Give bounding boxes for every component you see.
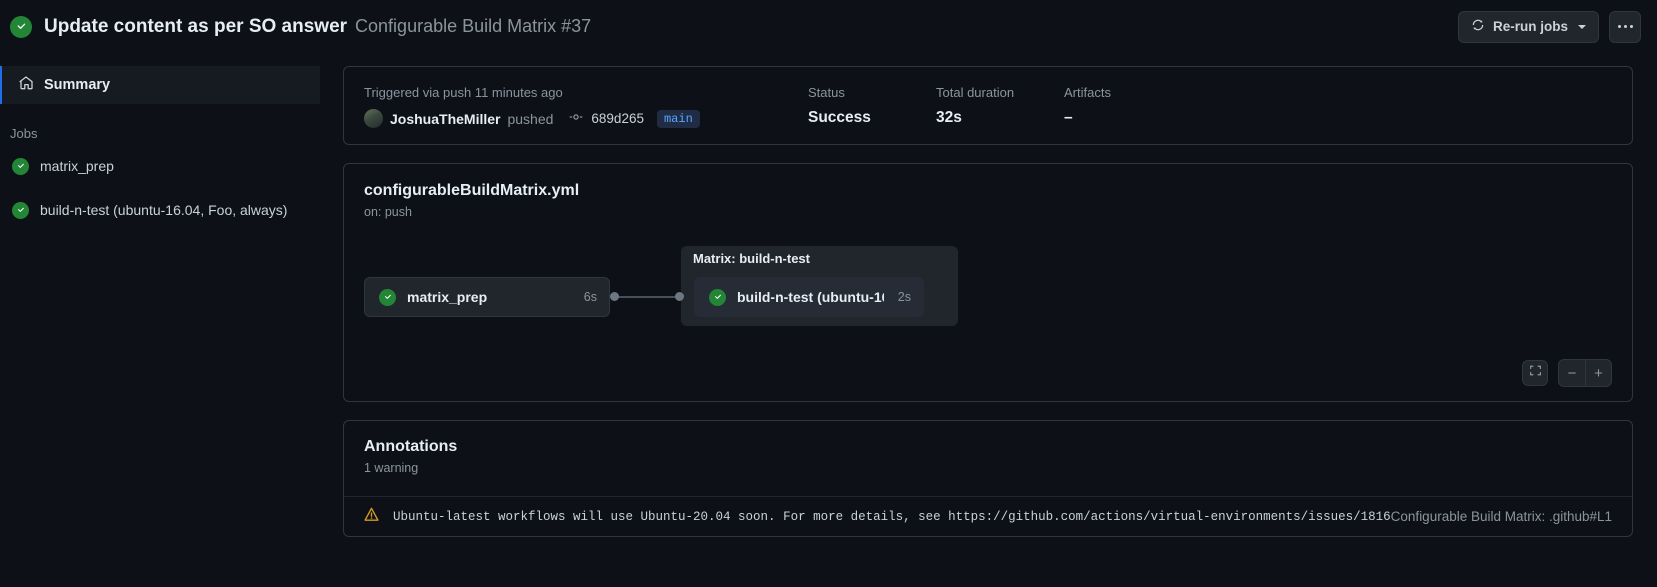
check-circle-icon: [379, 288, 396, 306]
git-commit-icon: [568, 110, 584, 127]
annotations-title: Annotations: [364, 438, 458, 455]
graph-node-label: matrix_prep: [407, 289, 488, 305]
kebab-dot: [1623, 25, 1627, 28]
workflow-file-name: configurableBuildMatrix.yml: [364, 182, 580, 199]
annotations-card: Annotations 1 warning Ubuntu-latest work…: [343, 420, 1633, 537]
sidebar-jobs-heading: Jobs: [10, 126, 38, 141]
check-circle-icon: [709, 288, 726, 306]
trigger-detail-row: JoshuaTheMiller pushed 689d265 main: [364, 109, 808, 128]
annotations-count: 1 warning: [364, 461, 419, 475]
fullscreen-button[interactable]: [1522, 360, 1548, 386]
sidebar: Summary Jobs matrix_prep build-n-test (u…: [0, 53, 320, 587]
rerun-jobs-button[interactable]: Re-run jobs: [1457, 10, 1599, 43]
annotation-message: Ubuntu-latest workflows will use Ubuntu-…: [393, 509, 1391, 524]
workflow-trigger: on: push: [364, 205, 412, 219]
check-circle-icon: [12, 157, 29, 175]
artifacts-value: –: [1064, 109, 1073, 126]
trigger-label: Triggered via push 11 minutes ago: [364, 85, 563, 100]
sidebar-item-summary-label: Summary: [44, 77, 111, 93]
duration-label: Total duration: [936, 85, 1015, 100]
page-header: Update content as per SO answer Configur…: [0, 0, 1657, 53]
matrix-group-label: Matrix: build-n-test: [681, 246, 824, 272]
graph-node-matrix-prep[interactable]: matrix_prep 6s: [364, 277, 610, 317]
check-circle-icon: [12, 201, 29, 219]
graph-controls: − +: [1522, 359, 1612, 387]
annotations-header: Annotations 1 warning: [344, 438, 1632, 475]
sidebar-item-matrix-prep[interactable]: matrix_prep: [0, 147, 320, 185]
check-circle-icon: [10, 15, 32, 38]
sync-icon: [1471, 18, 1485, 35]
page-body: Summary Jobs matrix_prep build-n-test (u…: [0, 53, 1657, 587]
annotation-item[interactable]: Ubuntu-latest workflows will use Ubuntu-…: [344, 496, 1632, 536]
sidebar-job-label: matrix_prep: [40, 158, 114, 174]
sidebar-item-summary[interactable]: Summary: [0, 66, 320, 104]
summary-status-column: Status Success: [808, 85, 936, 128]
artifacts-label: Artifacts: [1064, 85, 1111, 100]
graph-port-in: [675, 292, 684, 301]
more-options-button[interactable]: [1609, 10, 1641, 43]
alert-triangle-icon: [363, 506, 380, 528]
graph-edge: [616, 296, 680, 298]
zoom-out-button[interactable]: −: [1559, 360, 1585, 386]
summary-labels-row: Triggered via push 11 minutes ago Joshua…: [364, 85, 1612, 128]
commit-sha[interactable]: 689d265: [591, 111, 644, 126]
avatar: [364, 109, 383, 128]
page-title: Update content as per SO answer: [44, 15, 348, 37]
actor-name[interactable]: JoshuaTheMiller: [390, 111, 500, 127]
main-content: Triggered via push 11 minutes ago Joshua…: [320, 53, 1657, 587]
summary-trigger-column: Triggered via push 11 minutes ago Joshua…: [364, 85, 808, 128]
chevron-down-icon: [1578, 24, 1586, 29]
zoom-controls-group: − +: [1558, 359, 1612, 387]
workflow-graph[interactable]: Matrix: build-n-test matrix_prep 6s buil…: [364, 235, 1612, 390]
graph-node-duration: 2s: [897, 290, 911, 304]
actor-action: pushed: [507, 110, 554, 127]
status-label: Status: [808, 85, 845, 100]
annotation-reference[interactable]: Configurable Build Matrix: .github#L1: [1391, 509, 1612, 524]
rerun-jobs-label: Re-run jobs: [1492, 19, 1568, 34]
home-icon: [18, 75, 34, 96]
graph-node-label: build-n-test (ubuntu-16.04, F…: [737, 289, 884, 305]
page-subtitle: Configurable Build Matrix #37: [355, 16, 592, 36]
run-summary-card: Triggered via push 11 minutes ago Joshua…: [343, 66, 1633, 145]
graph-node-duration: 6s: [583, 290, 597, 304]
kebab-dot: [1617, 25, 1621, 28]
duration-value: 32s: [936, 109, 962, 126]
summary-duration-column: Total duration 32s: [936, 85, 1064, 128]
zoom-in-button[interactable]: +: [1585, 360, 1611, 386]
graph-port-out: [610, 292, 619, 301]
branch-badge[interactable]: main: [656, 109, 700, 128]
summary-artifacts-column: Artifacts –: [1064, 85, 1192, 128]
workflow-graph-card: configurableBuildMatrix.yml on: push Mat…: [343, 163, 1633, 402]
graph-node-build-n-test[interactable]: build-n-test (ubuntu-16.04, F… 2s: [694, 277, 924, 317]
kebab-dot: [1629, 25, 1633, 28]
sidebar-job-label: build-n-test (ubuntu-16.04, Foo, always): [40, 202, 288, 218]
status-value: Success: [808, 109, 871, 126]
sidebar-item-build-n-test[interactable]: build-n-test (ubuntu-16.04, Foo, always): [0, 191, 320, 229]
screen-full-icon: [1529, 364, 1542, 382]
